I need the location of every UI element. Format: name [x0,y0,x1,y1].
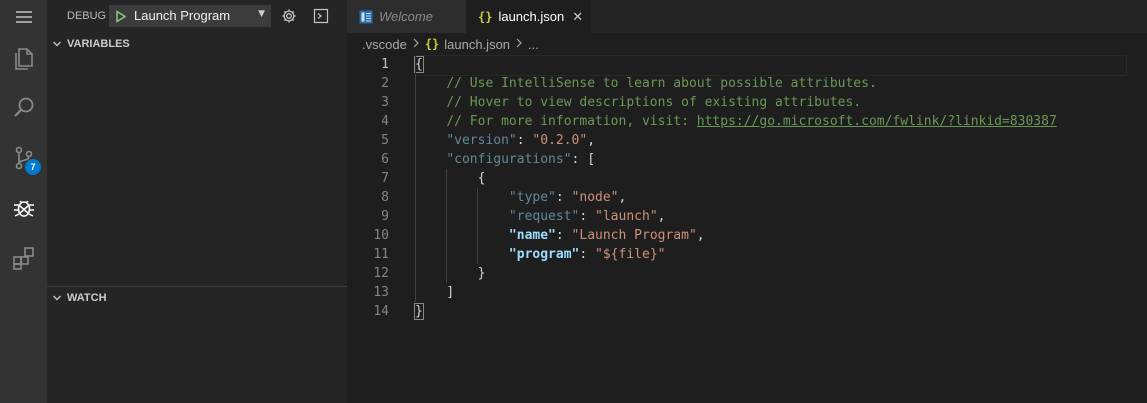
open-brace: { [477,171,486,186]
variables-section-header[interactable]: VARIABLES [47,33,347,55]
json-key: "request" [508,209,580,224]
close-brace: } [477,266,486,281]
code-line: "request": "launch", [415,207,1147,226]
code-line: ] [415,283,1147,302]
line-number: 8 [381,190,389,205]
code-line: { [414,55,1147,76]
comment: // For more information, visit: [446,114,697,129]
code-line: // For more information, visit: https://… [415,112,1147,131]
launch-config-name: Launch Program [134,8,231,23]
chevron-down-icon[interactable]: ▼ [258,9,265,19]
json-key: "configurations" [446,152,572,167]
line-number: 7 [381,171,389,186]
chevron-right-icon [412,38,420,51]
json-key: "version" [446,133,517,148]
tab-welcome[interactable]: Welcome [347,0,466,33]
line-number: 1 [381,57,389,72]
chevron-right-icon [515,38,523,51]
code-line: // Hover to view descriptions of existin… [415,93,1147,112]
terminal-icon[interactable] [313,8,329,24]
source-control-badge: 7 [25,159,41,175]
line-number: 9 [381,209,389,224]
json-key: "type" [508,190,556,205]
code-line: "name": "Launch Program", [415,226,1147,245]
comment: // Use IntelliSense to learn about possi… [446,76,877,91]
code-editor[interactable]: 1 2 3 4 5 6 7 8 9 10 11 12 13 14 { // Us… [347,55,1147,403]
watch-section-header[interactable]: WATCH [47,286,347,308]
code-line: "program": "${file}" [415,245,1147,264]
json-value: "Launch Program" [571,228,697,243]
search-icon[interactable] [0,84,47,132]
source-control-icon[interactable]: 7 [0,134,47,182]
breadcrumb-folder[interactable]: .vscode [362,37,407,52]
line-number-gutter: 1 2 3 4 5 6 7 8 9 10 11 12 13 14 [347,55,389,321]
close-brace: } [414,303,424,320]
json-key: "name" [508,228,556,243]
code-line: } [415,264,1147,283]
line-number: 2 [381,76,389,91]
json-value: "node" [571,190,619,205]
tab-label: launch.json [498,9,565,24]
line-number: 10 [373,228,389,243]
code-line: "type": "node", [415,188,1147,207]
json-value: "${file}" [595,247,666,262]
line-number: 14 [373,304,389,319]
close-icon[interactable]: ✕ [572,9,583,25]
json-file-icon: {} [478,9,493,24]
line-number: 11 [373,247,389,262]
json-value: "launch" [595,209,658,224]
breadcrumb-more[interactable]: ... [528,37,539,52]
files-icon[interactable] [0,35,47,83]
code-content[interactable]: { // Use IntelliSense to learn about pos… [414,55,1147,321]
line-number: 6 [381,152,389,167]
open-brace: { [414,56,424,73]
tab-launch-json[interactable]: {} launch.json ✕ [466,0,591,33]
json-key: "program" [508,247,580,262]
breadcrumb: .vscode {} launch.json ... [347,33,1147,55]
welcome-file-icon [359,10,373,24]
close-bracket: ] [446,285,455,300]
chevron-down-icon [47,39,67,49]
code-line: } [414,302,1147,321]
extensions-icon[interactable] [0,234,47,282]
line-number: 5 [381,133,389,148]
variables-title: VARIABLES [67,38,130,50]
debug-toolbar: DEBUG Launch Program ▼ [47,0,347,33]
play-icon[interactable] [115,10,127,27]
line-number: 4 [381,114,389,129]
tab-label: Welcome [379,9,433,24]
code-line: // Use IntelliSense to learn about possi… [415,74,1147,93]
fwlink-url[interactable]: https://go.microsoft.com/fwlink/?linkid=… [697,114,1057,129]
tab-bar: Welcome {} launch.json ✕ [347,0,1147,33]
gear-icon[interactable] [281,8,297,24]
chevron-down-icon [47,293,67,303]
code-line: "configurations": [ [415,150,1147,169]
code-line: { [415,169,1147,188]
debug-icon[interactable] [0,184,47,232]
breadcrumb-file[interactable]: launch.json [444,37,510,52]
json-file-icon: {} [424,37,440,51]
launch-config-select[interactable]: Launch Program ▼ [109,5,271,27]
code-line: "version": "0.2.0", [415,131,1147,150]
json-value: "0.2.0" [532,133,588,148]
debug-title: DEBUG [67,10,107,22]
line-number: 3 [381,95,389,110]
line-number: 12 [373,266,389,281]
activity-bar: 7 [0,0,47,403]
debug-sidebar: DEBUG Launch Program ▼ VARIABLES WATCH [47,0,347,403]
watch-title: WATCH [67,291,107,304]
menu-icon[interactable] [0,0,47,33]
comment: // Hover to view descriptions of existin… [446,95,862,110]
line-number: 13 [373,285,389,300]
